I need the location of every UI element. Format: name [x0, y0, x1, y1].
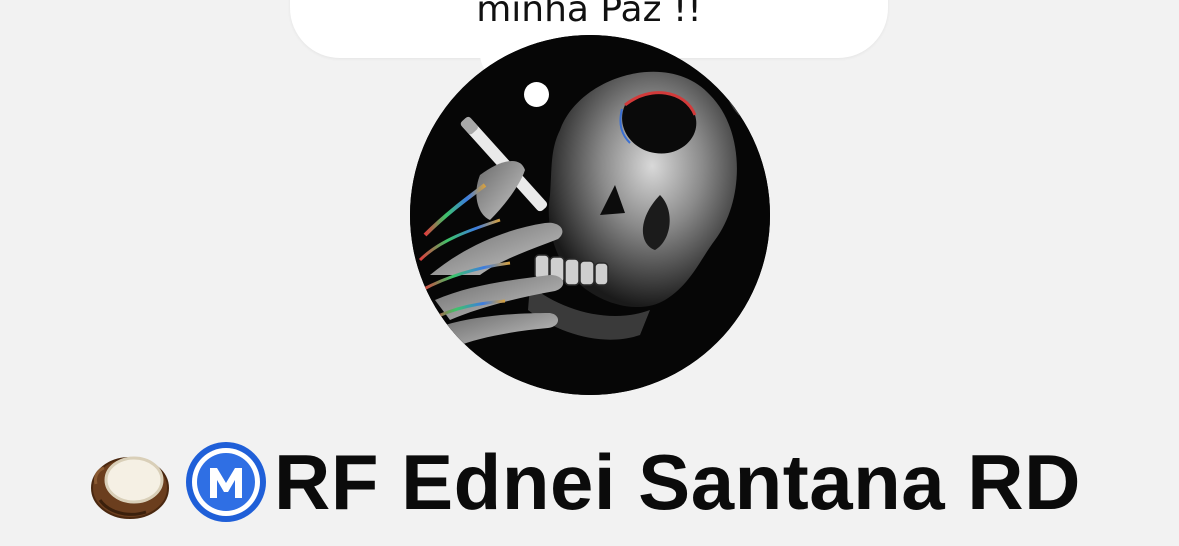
coconut-icon: [91, 456, 169, 519]
display-name-row: RF Ednei Santana RD: [88, 432, 1081, 532]
profile-note-text: minha Paz !!: [476, 0, 702, 30]
skull-avatar-image: [410, 35, 770, 395]
m-badge-icon: [186, 442, 266, 522]
profile-avatar[interactable]: [410, 35, 770, 395]
note-bubble-tail-small: [524, 82, 549, 107]
profile-display-name: RF Ednei Santana RD: [274, 438, 1081, 526]
